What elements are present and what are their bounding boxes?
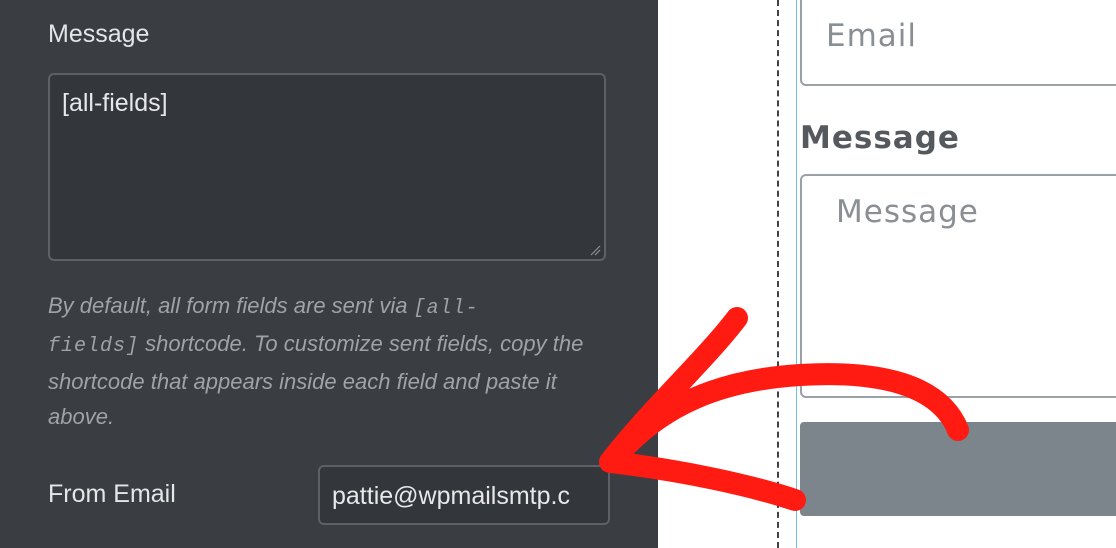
column-guide-line xyxy=(796,0,797,548)
message-textarea[interactable]: [all-fields] xyxy=(48,73,606,261)
from-email-label: From Email xyxy=(48,480,176,508)
resize-grip-icon[interactable] xyxy=(589,244,601,256)
settings-panel: Message [all-fields] By default, all for… xyxy=(0,0,658,548)
preview-submit-button[interactable] xyxy=(800,422,1116,516)
section-divider-dashed xyxy=(777,0,779,548)
help-code-part-1: [all- xyxy=(413,297,479,320)
message-value: [all-fields] xyxy=(62,89,168,117)
message-label: Message xyxy=(48,20,150,48)
from-email-input[interactable]: pattie@wpmailsmtp.c xyxy=(318,465,610,525)
help-text: By default, all form fields are sent via… xyxy=(48,288,628,434)
preview-email-field[interactable]: Email xyxy=(800,0,1116,86)
help-prefix: By default, all form fields are sent via xyxy=(48,293,414,318)
preview-email-placeholder: Email xyxy=(826,18,918,54)
preview-message-field[interactable]: Message xyxy=(800,174,1116,398)
help-code-part-2: fields] xyxy=(48,335,140,358)
preview-message-placeholder: Message xyxy=(836,194,979,230)
preview-message-label: Message xyxy=(800,120,960,156)
